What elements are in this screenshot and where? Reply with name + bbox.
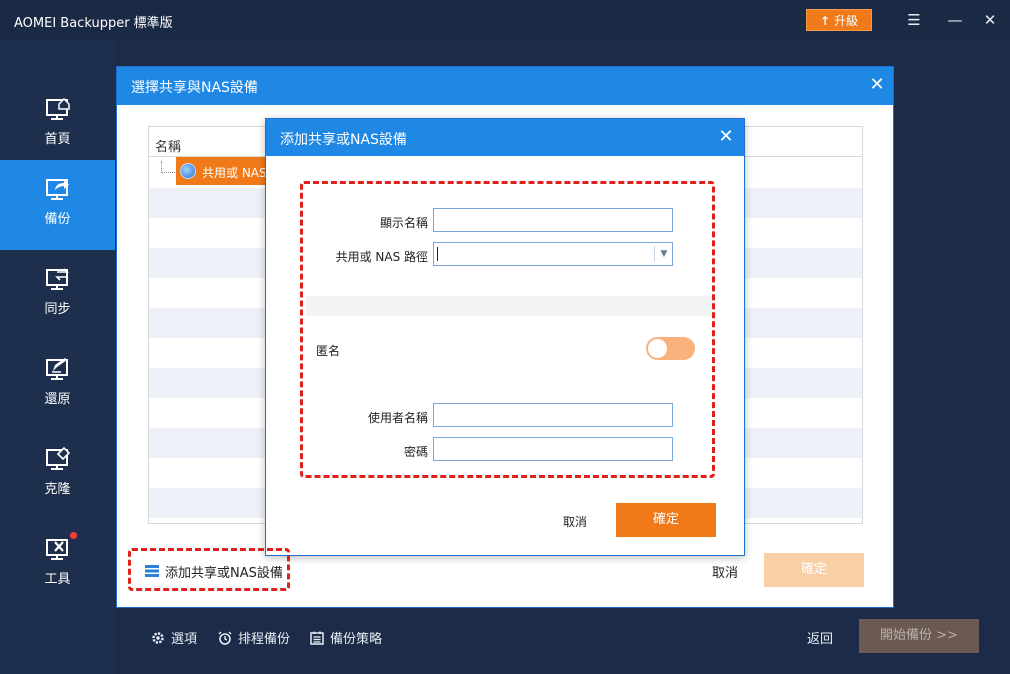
select-share-dialog-header: 選擇共享與NAS設備 ✕ xyxy=(117,67,893,105)
network-globe-icon xyxy=(180,163,196,179)
sidebar: 首頁 備份 同步 還原 克隆 工具 xyxy=(0,40,115,674)
options-button[interactable]: 選項 xyxy=(151,628,197,647)
tools-monitor-icon xyxy=(45,539,68,560)
sidebar-item-backup[interactable]: 備份 xyxy=(0,160,115,250)
sidebar-label-clone: 克隆 xyxy=(44,482,71,497)
select-share-ok-button[interactable]: 確定 xyxy=(764,553,864,587)
clone-monitor-icon xyxy=(45,446,70,470)
backup-monitor-icon xyxy=(45,179,69,200)
select-share-close-icon[interactable]: ✕ xyxy=(867,75,887,95)
notification-dot xyxy=(70,532,77,539)
tree-connector xyxy=(161,161,175,173)
alarm-clock-icon xyxy=(218,631,232,645)
app-title: AOMEI Backupper 標準版 xyxy=(14,16,173,31)
upgrade-arrow-icon: ↑ xyxy=(819,14,831,28)
sidebar-item-clone[interactable]: 克隆 xyxy=(0,430,115,520)
select-share-dialog-title: 選擇共享與NAS設備 xyxy=(131,80,258,96)
upgrade-label: 升級 xyxy=(834,14,859,28)
sidebar-label-sync: 同步 xyxy=(44,302,71,317)
sidebar-label-home: 首頁 xyxy=(44,132,71,147)
add-share-highlight-box xyxy=(128,548,290,591)
schedule-button[interactable]: 排程備份 xyxy=(218,628,290,647)
scheme-label: 備份策略 xyxy=(330,632,383,647)
gear-icon xyxy=(152,632,164,644)
upgrade-button[interactable]: ↑ 升級 xyxy=(806,9,872,31)
select-share-cancel-button[interactable]: 取消 xyxy=(712,562,738,581)
tree-header-name: 名稱 xyxy=(155,140,182,155)
sidebar-item-restore[interactable]: 還原 xyxy=(0,340,115,430)
calendar-list-icon xyxy=(310,631,324,645)
sidebar-label-restore: 還原 xyxy=(44,392,71,407)
add-share-cancel-button[interactable]: 取消 xyxy=(563,513,587,530)
sidebar-item-tools[interactable]: 工具 xyxy=(0,520,115,610)
tree-item-label: 共用或 NAS xyxy=(202,166,267,180)
add-share-close-icon[interactable]: ✕ xyxy=(716,127,736,147)
form-highlight-box xyxy=(300,181,715,478)
options-label: 選項 xyxy=(171,632,198,647)
add-share-dialog-header: 添加共享或NAS設備 ✕ xyxy=(266,119,744,156)
sidebar-label-backup: 備份 xyxy=(44,212,71,227)
sync-monitor-icon xyxy=(45,268,69,290)
sidebar-item-sync[interactable]: 同步 xyxy=(0,250,115,340)
add-share-dialog-title: 添加共享或NAS設備 xyxy=(280,132,407,148)
back-button[interactable]: 返回 xyxy=(807,628,833,647)
restore-monitor-icon xyxy=(45,358,68,380)
schedule-label: 排程備份 xyxy=(238,632,291,647)
add-share-ok-button[interactable]: 確定 xyxy=(616,503,716,537)
minimize-icon[interactable]: — xyxy=(945,10,965,30)
title-bar: AOMEI Backupper 標準版 ↑ 升級 ☰ — ✕ xyxy=(0,0,1010,40)
scheme-button[interactable]: 備份策略 xyxy=(310,628,382,647)
close-icon[interactable]: ✕ xyxy=(980,10,1000,30)
home-monitor-icon xyxy=(45,97,70,120)
sidebar-label-tools: 工具 xyxy=(44,572,71,587)
start-backup-button[interactable]: 開始備份 >> xyxy=(859,619,979,653)
menu-icon[interactable]: ☰ xyxy=(904,10,924,30)
sidebar-item-home[interactable]: 首頁 xyxy=(0,80,115,170)
